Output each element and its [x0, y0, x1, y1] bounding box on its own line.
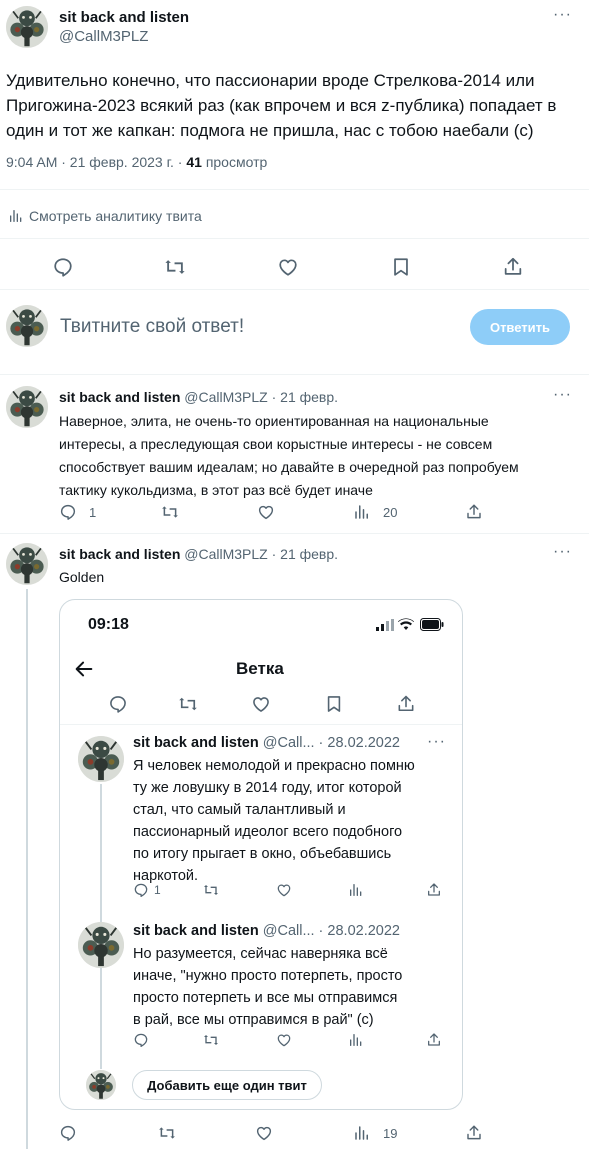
battery-icon — [420, 618, 444, 631]
views-count: 41 — [186, 154, 202, 170]
more-icon[interactable]: ··· — [553, 386, 572, 404]
author-name[interactable]: sit back and listen — [59, 389, 180, 405]
reply-icon[interactable] — [108, 694, 128, 714]
reply-icon[interactable] — [52, 256, 74, 278]
views-count: 20 — [383, 505, 398, 520]
views-icon[interactable] — [353, 1124, 371, 1142]
reply-count: 1 — [89, 505, 97, 520]
divider — [0, 533, 589, 534]
avatar[interactable] — [86, 1070, 116, 1100]
more-icon[interactable]: ··· — [553, 6, 572, 24]
reply-icon[interactable] — [133, 1032, 149, 1048]
divider — [0, 374, 589, 375]
reply-header: sit back and listen @CallM3PLZ · 21 февр… — [59, 389, 338, 405]
reply-button[interactable]: Ответить — [470, 309, 570, 345]
share-icon[interactable] — [396, 694, 416, 714]
wifi-icon — [398, 618, 414, 631]
reply-header: sit back and listen @CallM3PLZ · 21 февр… — [59, 546, 338, 562]
share-icon[interactable] — [426, 1032, 442, 1048]
tweet-text: Наверное, элита, не очень-то ориентирова… — [59, 413, 519, 498]
phone-clock: 09:18 — [88, 616, 129, 633]
retweet-icon[interactable] — [158, 1124, 176, 1142]
like-icon[interactable] — [277, 256, 299, 278]
reply-icon[interactable] — [59, 1124, 77, 1142]
thread-title: Ветка — [236, 659, 284, 678]
share-icon[interactable] — [426, 882, 442, 898]
share-icon[interactable] — [502, 256, 524, 278]
retweet-icon[interactable] — [178, 694, 198, 714]
like-icon[interactable] — [276, 882, 292, 898]
divider — [0, 238, 589, 239]
analytics-icon[interactable] — [8, 208, 24, 224]
tweet-text: Golden — [59, 569, 105, 585]
views-icon[interactable] — [348, 1032, 364, 1048]
thread-line — [26, 589, 28, 1149]
more-icon[interactable]: ··· — [427, 733, 446, 751]
divider — [60, 724, 462, 725]
reply-icon[interactable] — [133, 882, 149, 898]
retweet-icon[interactable] — [164, 256, 186, 278]
more-icon[interactable]: ··· — [553, 543, 572, 561]
tweet-meta: 9:04 AM · 21 февр. 2023 г. · 41 просмотр — [6, 154, 267, 170]
attached-image[interactable]: 09:18 Ветка sit back and listen @Call...… — [59, 599, 463, 1110]
views-label: просмотр — [205, 154, 268, 170]
signal-icon — [376, 619, 394, 631]
reply-header: sit back and listen @Call... · 28.02.202… — [133, 735, 400, 751]
bookmark-icon[interactable] — [324, 694, 344, 714]
views-icon[interactable] — [353, 503, 371, 521]
author-name[interactable]: sit back and listen — [59, 546, 180, 562]
avatar[interactable] — [6, 543, 48, 585]
back-arrow-icon[interactable] — [73, 658, 95, 680]
tweet-text: Но разумеется, сейчас наверняка всё инач… — [133, 946, 403, 1028]
like-icon[interactable] — [257, 503, 275, 521]
reply-icon[interactable] — [59, 503, 77, 521]
divider — [0, 289, 589, 290]
tweet-text: Я человек немолодой и прекрасно помню ту… — [133, 758, 415, 884]
author-name[interactable]: sit back and listen — [133, 923, 259, 939]
composer-avatar[interactable] — [6, 305, 48, 347]
retweet-icon[interactable] — [161, 503, 179, 521]
author-handle[interactable]: @CallM3PLZ — [59, 28, 148, 45]
reply-count: 1 — [154, 883, 161, 897]
add-tweet-button[interactable]: Добавить еще один твит — [132, 1070, 322, 1100]
analytics-link[interactable]: Смотреть аналитику твита — [29, 208, 202, 224]
author-handle-date[interactable]: @CallM3PLZ · 21 февр. — [184, 389, 338, 405]
bookmark-icon[interactable] — [390, 256, 412, 278]
author-handle-date[interactable]: @Call... · 28.02.2022 — [263, 923, 400, 939]
retweet-icon[interactable] — [203, 882, 219, 898]
reply-header: sit back and listen @Call... · 28.02.202… — [133, 923, 400, 939]
author-handle-date[interactable]: @CallM3PLZ · 21 февр. — [184, 546, 338, 562]
reply-input[interactable]: Твитните свой ответ! — [60, 316, 244, 338]
author-name[interactable]: sit back and listen — [59, 9, 189, 26]
tweet-text: Удивительно конечно, что пассионарии вро… — [6, 71, 557, 140]
like-icon[interactable] — [276, 1032, 292, 1048]
avatar[interactable] — [78, 736, 124, 782]
share-icon[interactable] — [465, 1124, 483, 1142]
views-icon[interactable] — [348, 882, 364, 898]
like-icon[interactable] — [251, 694, 271, 714]
author-name[interactable]: sit back and listen — [133, 735, 259, 751]
avatar[interactable] — [6, 386, 48, 428]
retweet-icon[interactable] — [203, 1032, 219, 1048]
divider — [0, 189, 589, 190]
like-icon[interactable] — [255, 1124, 273, 1142]
tweet-time[interactable]: 9:04 AM · 21 февр. 2023 г. · — [6, 154, 182, 170]
views-count: 19 — [383, 1126, 398, 1141]
author-handle-date[interactable]: @Call... · 28.02.2022 — [263, 735, 400, 751]
avatar[interactable] — [6, 6, 48, 48]
share-icon[interactable] — [465, 503, 483, 521]
avatar[interactable] — [78, 922, 124, 968]
